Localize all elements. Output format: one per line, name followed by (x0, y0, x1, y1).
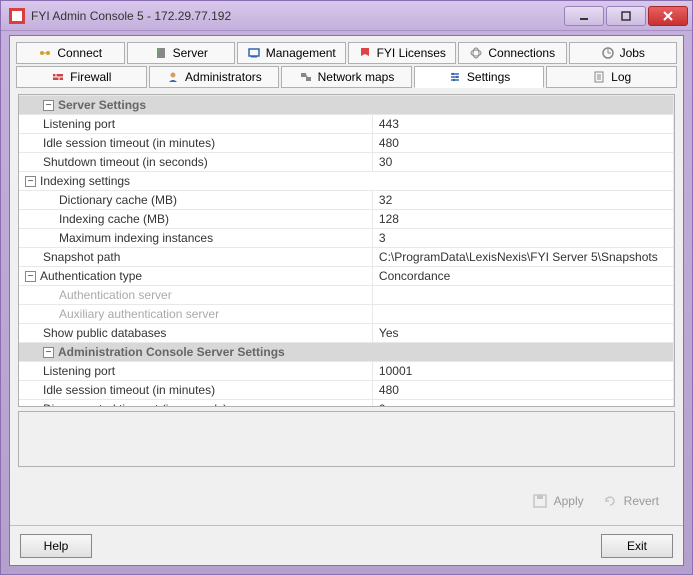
tab-settings[interactable]: Settings (414, 66, 545, 88)
tab-fyi-licenses[interactable]: FYI Licenses (348, 42, 457, 64)
row-auth-server: Authentication server (19, 286, 674, 305)
firewall-icon (51, 70, 65, 84)
row-indexing-cache[interactable]: Indexing cache (MB)128 (19, 210, 674, 229)
licenses-icon (358, 46, 372, 60)
description-panel (18, 411, 675, 467)
collapse-icon[interactable]: − (43, 347, 54, 358)
tab-label: Connections (488, 46, 555, 60)
connections-icon (469, 46, 483, 60)
connect-icon (38, 46, 52, 60)
section-admin-console[interactable]: −Administration Console Server Settings (19, 343, 674, 362)
apply-button[interactable]: Apply (532, 493, 584, 509)
minimize-button[interactable] (564, 6, 604, 26)
settings-grid[interactable]: −Server Settings Listening port443 Idle … (18, 94, 675, 407)
collapse-icon[interactable]: − (43, 100, 54, 111)
tab-label: Log (611, 70, 631, 84)
tab-log[interactable]: Log (546, 66, 677, 88)
save-icon (532, 493, 548, 509)
tab-label: Management (266, 46, 336, 60)
row-aux-auth-server: Auxiliary authentication server (19, 305, 674, 324)
row-max-instances[interactable]: Maximum indexing instances3 (19, 229, 674, 248)
row-admin-disc[interactable]: Disconnected timeout (in seconds)0 (19, 400, 674, 408)
section-title: Administration Console Server Settings (58, 345, 285, 359)
exit-button[interactable]: Exit (601, 534, 673, 558)
server-icon (154, 46, 168, 60)
section-server-settings[interactable]: −Server Settings (19, 96, 674, 115)
row-snapshot-path[interactable]: Snapshot pathC:\ProgramData\LexisNexis\F… (19, 248, 674, 267)
tab-label: Administrators (185, 70, 262, 84)
tab-label: Server (173, 46, 208, 60)
row-auth-type[interactable]: −Authentication typeConcordance (19, 267, 674, 286)
titlebar[interactable]: FYI Admin Console 5 - 172.29.77.192 (1, 1, 692, 31)
window-title: FYI Admin Console 5 - 172.29.77.192 (31, 9, 564, 23)
jobs-icon (601, 46, 615, 60)
tab-label: Jobs (620, 46, 645, 60)
help-button[interactable]: Help (20, 534, 92, 558)
tab-connect[interactable]: Connect (16, 42, 125, 64)
revert-button[interactable]: Revert (602, 493, 659, 509)
tab-label: Firewall (70, 70, 111, 84)
close-button[interactable] (648, 6, 688, 26)
action-row: Apply Revert (18, 481, 675, 521)
tab-administrators[interactable]: Administrators (149, 66, 280, 88)
row-dictionary-cache[interactable]: Dictionary cache (MB)32 (19, 191, 674, 210)
bottom-bar: Help Exit (10, 525, 683, 565)
tab-network-maps[interactable]: Network maps (281, 66, 412, 88)
tab-label: FYI Licenses (377, 46, 446, 60)
admins-icon (166, 70, 180, 84)
netmaps-icon (299, 70, 313, 84)
management-icon (247, 46, 261, 60)
tab-label: Connect (57, 46, 102, 60)
tab-label: Settings (467, 70, 510, 84)
row-show-public-db[interactable]: Show public databasesYes (19, 324, 674, 343)
row-listening-port[interactable]: Listening port443 (19, 115, 674, 134)
client-area: Connect Server Management FYI Licenses Conne… (9, 35, 684, 566)
row-indexing-settings[interactable]: −Indexing settings (19, 172, 674, 191)
row-idle-timeout[interactable]: Idle session timeout (in minutes)480 (19, 134, 674, 153)
row-shutdown-timeout[interactable]: Shutdown timeout (in seconds)30 (19, 153, 674, 172)
tab-connections[interactable]: Connections (458, 42, 567, 64)
settings-icon (448, 70, 462, 84)
collapse-icon[interactable]: − (25, 176, 36, 187)
tab-jobs[interactable]: Jobs (569, 42, 678, 64)
log-icon (592, 70, 606, 84)
app-icon (9, 8, 25, 24)
section-title: Server Settings (58, 98, 146, 112)
row-admin-port[interactable]: Listening port10001 (19, 362, 674, 381)
tab-label: Network maps (318, 70, 395, 84)
row-admin-idle[interactable]: Idle session timeout (in minutes)480 (19, 381, 674, 400)
tab-firewall[interactable]: Firewall (16, 66, 147, 88)
maximize-button[interactable] (606, 6, 646, 26)
revert-icon (602, 493, 618, 509)
app-window: FYI Admin Console 5 - 172.29.77.192 Conn… (0, 0, 693, 575)
tabs: Connect Server Management FYI Licenses Conne… (10, 36, 683, 88)
tab-server[interactable]: Server (127, 42, 236, 64)
collapse-icon[interactable]: − (25, 271, 36, 282)
tab-management[interactable]: Management (237, 42, 346, 64)
